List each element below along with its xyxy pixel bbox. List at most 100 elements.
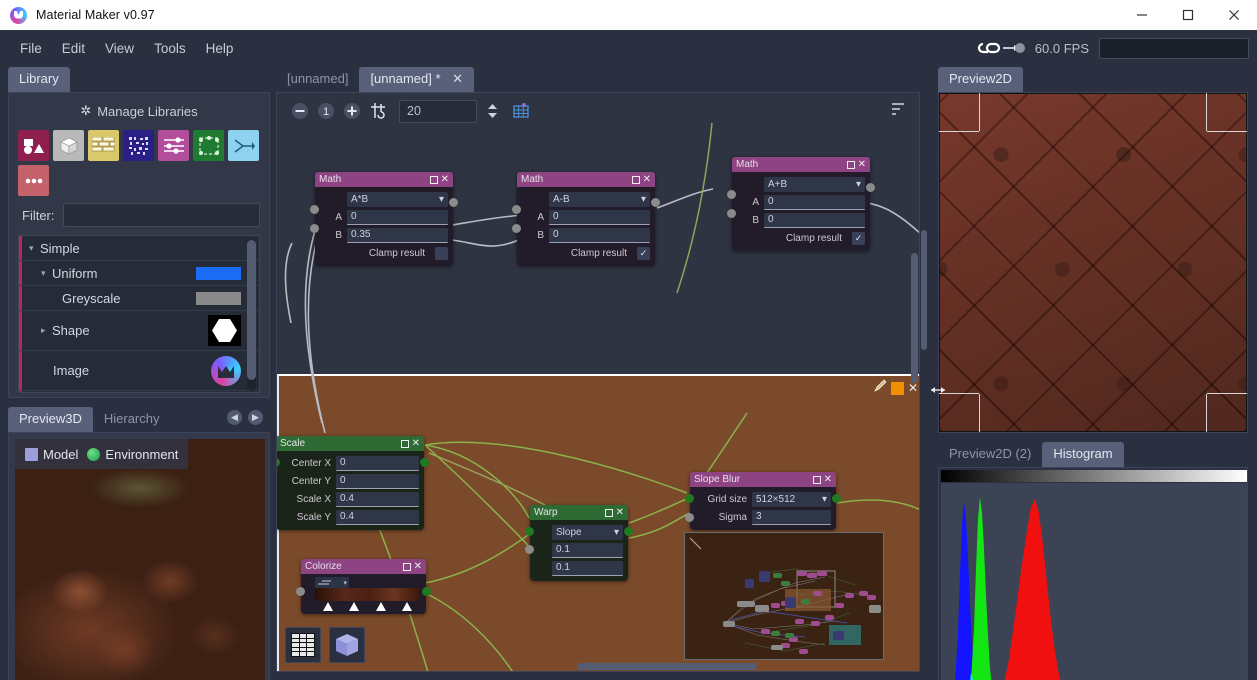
node-slope-blur[interactable]: Slope Blur ✕ Grid size 512×512 ▾ xyxy=(690,472,836,530)
preview3d-viewport[interactable] xyxy=(15,439,265,680)
menu-view[interactable]: View xyxy=(95,37,144,60)
input-port-a[interactable] xyxy=(512,205,521,214)
close-icon[interactable]: ✕ xyxy=(414,562,422,571)
graph-body[interactable]: ✕ xyxy=(276,92,920,672)
close-icon[interactable]: ✕ xyxy=(908,382,918,394)
zoom-input[interactable]: 20 xyxy=(399,100,477,123)
output-port[interactable] xyxy=(624,527,633,536)
tree-item-uniform[interactable]: ▾ Uniform xyxy=(19,261,259,286)
output-port[interactable] xyxy=(866,183,875,192)
close-icon[interactable]: ✕ xyxy=(616,508,624,517)
more-icon[interactable] xyxy=(18,165,49,196)
material-2d-button[interactable] xyxy=(285,627,321,663)
clamp-checkbox[interactable]: ✓ xyxy=(852,232,865,245)
maximize-icon[interactable] xyxy=(605,509,613,517)
nodes-icon[interactable] xyxy=(193,130,224,161)
param-input-a[interactable]: 0 xyxy=(347,210,448,225)
maximize-icon[interactable] xyxy=(632,176,640,184)
maximize-icon[interactable] xyxy=(401,440,409,448)
tree-item-simple[interactable]: ▾ Simple xyxy=(19,236,259,261)
node-header[interactable]: Math ✕ xyxy=(517,172,655,187)
node-header[interactable]: Warp ✕ xyxy=(530,505,628,520)
param-input-b[interactable]: 0 xyxy=(549,228,650,243)
clamp-checkbox[interactable]: ✓ xyxy=(637,247,650,260)
node-header[interactable]: Scale ✕ xyxy=(276,436,424,451)
tab-library[interactable]: Library xyxy=(8,67,70,92)
zoom-out-icon[interactable] xyxy=(291,102,309,120)
param-input-center-y[interactable]: 0 xyxy=(336,474,419,489)
input-port[interactable] xyxy=(296,587,305,596)
input-port-a[interactable] xyxy=(727,190,736,199)
gradient-marker[interactable] xyxy=(349,602,359,611)
close-icon[interactable]: ✕ xyxy=(858,160,866,169)
horizontal-split-icon[interactable] xyxy=(930,383,946,397)
panel-divider-grip[interactable] xyxy=(921,230,927,350)
param-input-sigma[interactable]: 3 xyxy=(752,510,831,525)
menu-edit[interactable]: Edit xyxy=(52,37,95,60)
environment-button[interactable]: Environment xyxy=(87,447,178,462)
tab-histogram[interactable]: Histogram xyxy=(1042,442,1123,467)
graph-minimap[interactable] xyxy=(684,532,884,660)
zoom-in-icon[interactable] xyxy=(343,102,361,120)
pen-icon[interactable] xyxy=(874,379,887,397)
output-port[interactable] xyxy=(422,587,431,596)
maximize-icon[interactable] xyxy=(847,161,855,169)
3d-cube-icon[interactable] xyxy=(53,130,84,161)
clamp-checkbox[interactable] xyxy=(435,247,448,260)
menu-help[interactable]: Help xyxy=(196,37,244,60)
align-nodes-icon[interactable] xyxy=(369,102,387,120)
node-header[interactable]: Math ✕ xyxy=(732,157,870,172)
node-graph-canvas[interactable]: ✕ xyxy=(277,93,920,672)
input-port-2[interactable] xyxy=(525,545,534,554)
tab-hierarchy[interactable]: Hierarchy xyxy=(93,407,171,432)
arrows-icon[interactable] xyxy=(228,130,259,161)
input-port-b[interactable] xyxy=(512,224,521,233)
output-port[interactable] xyxy=(832,494,841,503)
panel-divider[interactable] xyxy=(921,66,927,672)
param-input-1[interactable]: 0.1 xyxy=(552,543,623,558)
param-input-a[interactable]: 0 xyxy=(764,195,865,210)
operation-select[interactable]: A+B ▾ xyxy=(764,177,865,192)
node-warp[interactable]: Warp ✕ Slope ▾ xyxy=(530,505,628,581)
param-input-center-x[interactable]: 0 xyxy=(336,456,419,471)
param-input-scale-x[interactable]: 0.4 xyxy=(336,492,419,507)
tab-project-2[interactable]: [unnamed] * ✕ xyxy=(359,67,474,92)
gradient-preset-select[interactable]: ▾ xyxy=(315,577,349,588)
close-icon[interactable]: ✕ xyxy=(441,175,449,184)
tree-scrollbar-thumb[interactable] xyxy=(247,240,256,380)
shapes-icon[interactable] xyxy=(18,130,49,161)
gradient-strip[interactable] xyxy=(315,588,420,601)
param-input-b[interactable]: 0 xyxy=(764,213,865,228)
node-math-2[interactable]: Math ✕ A-B ▾ xyxy=(517,172,655,266)
maximize-icon[interactable] xyxy=(403,563,411,571)
close-icon[interactable]: ✕ xyxy=(452,71,463,86)
operation-select[interactable]: A-B ▾ xyxy=(549,192,650,207)
noise-icon[interactable] xyxy=(123,130,154,161)
param-input-scale-y[interactable]: 0.4 xyxy=(336,510,419,525)
material-3d-button[interactable] xyxy=(329,627,365,663)
tab-preview2d[interactable]: Preview2D xyxy=(938,67,1023,92)
param-input-2[interactable]: 0.1 xyxy=(552,561,623,576)
gradient-marker[interactable] xyxy=(376,602,386,611)
sliders-icon[interactable] xyxy=(158,130,189,161)
tree-item-greyscale[interactable]: Greyscale xyxy=(19,286,259,311)
chevron-right-icon[interactable]: ▶ xyxy=(248,410,263,425)
tab-preview3d[interactable]: Preview3D xyxy=(8,407,93,432)
input-port-2[interactable] xyxy=(685,513,694,522)
maximize-icon[interactable] xyxy=(813,476,821,484)
tree-item-image[interactable]: Image xyxy=(19,351,259,391)
output-port[interactable] xyxy=(651,198,660,207)
close-icon[interactable]: ✕ xyxy=(824,475,832,484)
input-port-a[interactable] xyxy=(310,205,319,214)
node-math-3[interactable]: Math ✕ A+B ▾ xyxy=(732,157,870,251)
output-port[interactable] xyxy=(449,198,458,207)
zoom-stepper[interactable] xyxy=(487,103,498,119)
close-icon[interactable] xyxy=(1211,0,1257,30)
output-port[interactable] xyxy=(420,458,429,467)
manage-libraries-button[interactable]: ✲ Manage Libraries xyxy=(9,98,269,124)
input-port-1[interactable] xyxy=(525,527,534,536)
chevron-left-icon[interactable]: ◀ xyxy=(227,410,242,425)
zoom-reset-icon[interactable]: 1 xyxy=(317,102,335,120)
graph-horizontal-scrollbar[interactable] xyxy=(577,663,757,670)
menu-file[interactable]: File xyxy=(10,37,52,60)
